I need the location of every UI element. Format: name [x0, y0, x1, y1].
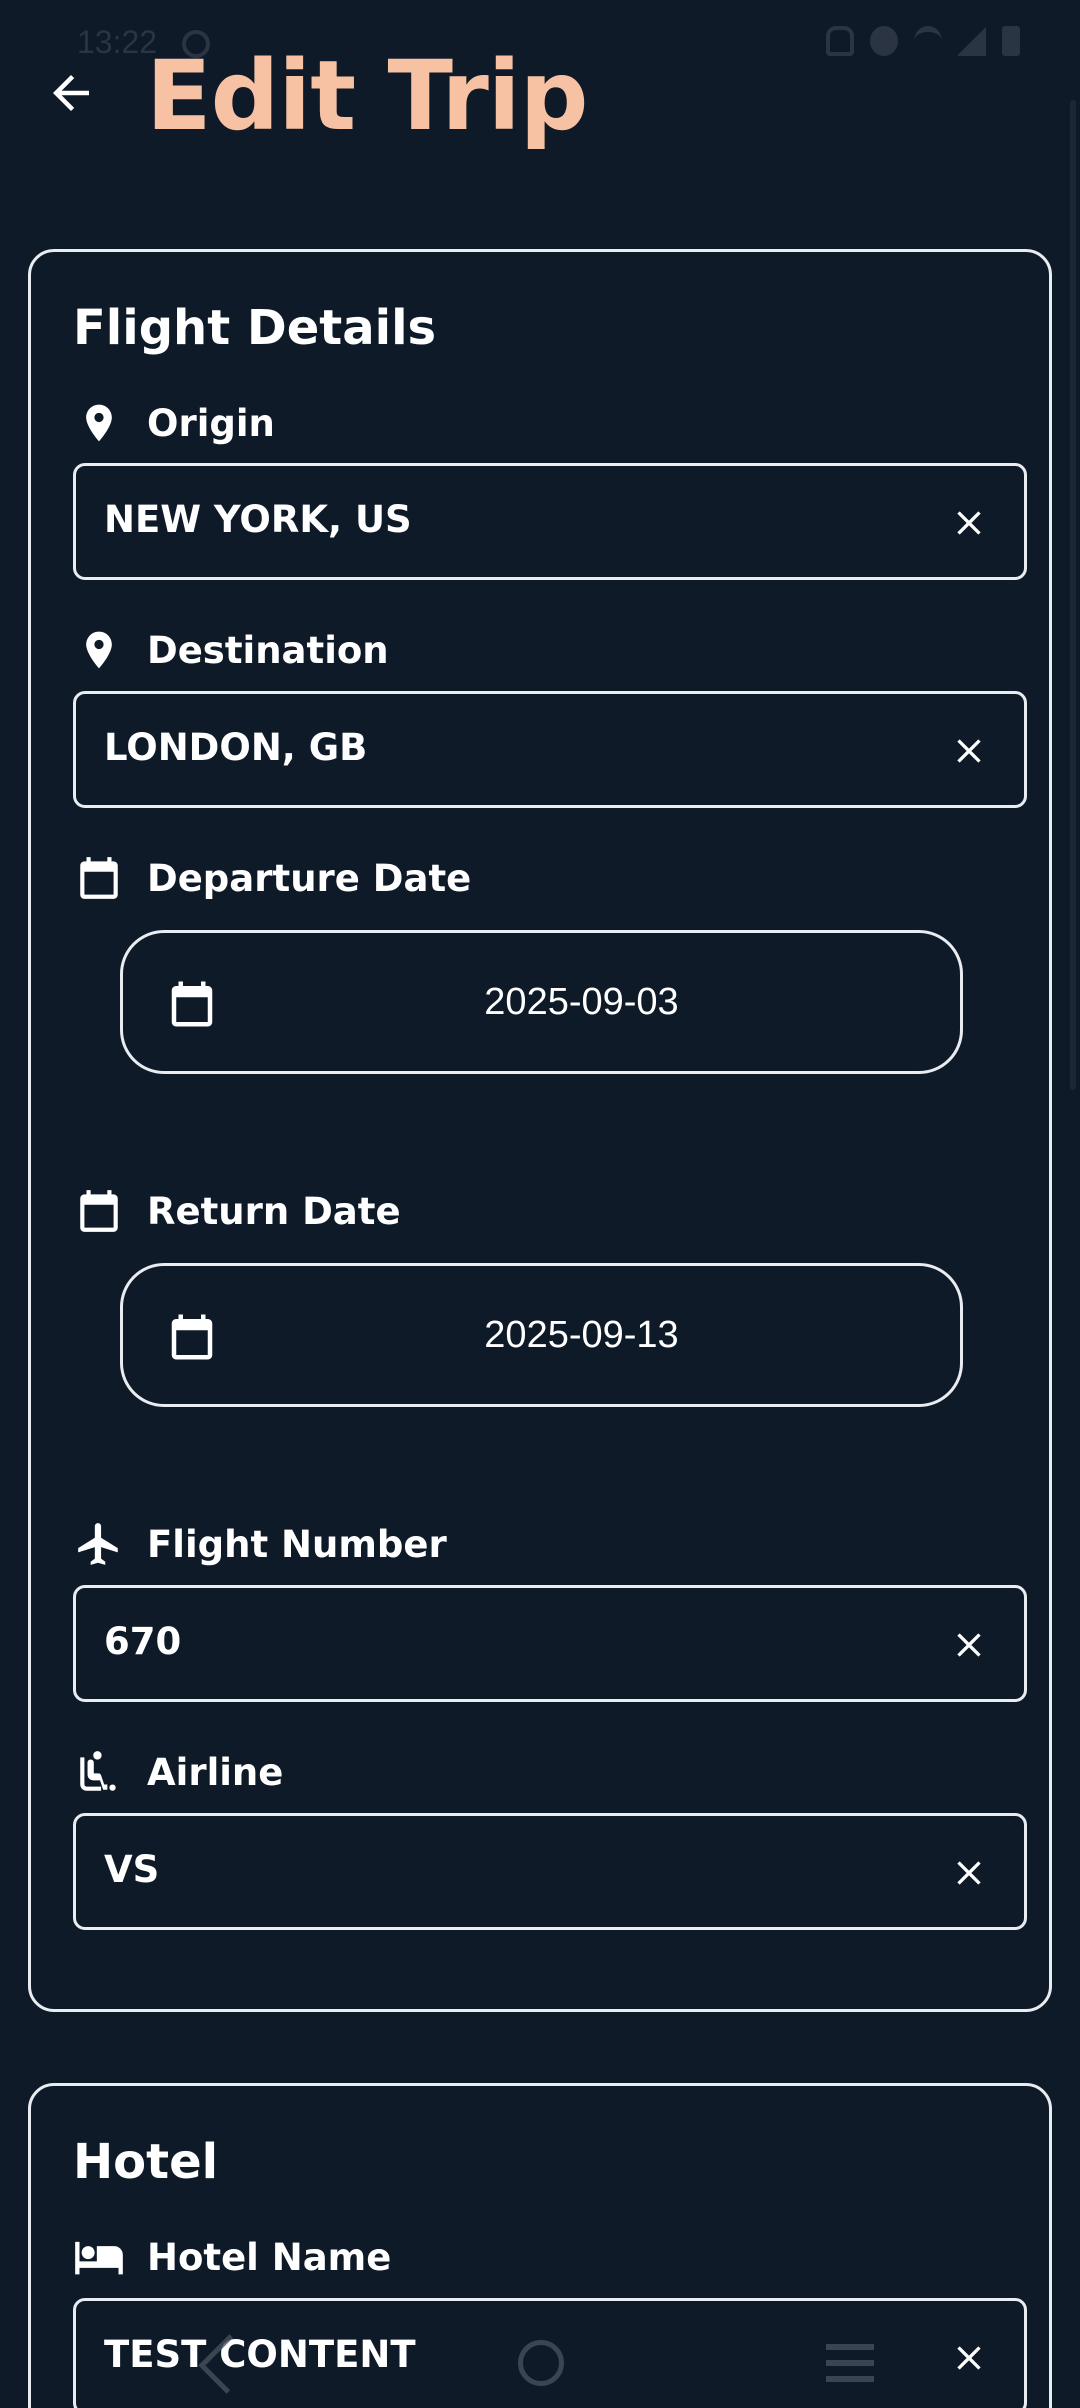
destination-label-row: Destination [73, 624, 389, 676]
flight-number-clear-button[interactable] [942, 1618, 996, 1672]
nav-home-icon[interactable] [518, 2340, 564, 2386]
hotel-name-clear-button[interactable] [942, 2331, 996, 2385]
hotel-name-label: Hotel Name [147, 2235, 392, 2279]
departure-date-value: 2025-09-03 [484, 981, 679, 1023]
airline-seat-icon [73, 1746, 125, 1798]
airplane-icon [73, 1518, 125, 1570]
airline-clear-button[interactable] [942, 1846, 996, 1900]
edit-trip-screen: 13:22 Edit Trip Flight Details Origin NE… [0, 0, 1080, 2408]
destination-value[interactable]: LONDON, GB [104, 726, 367, 769]
calendar-icon [73, 1185, 125, 1237]
scrollbar[interactable] [1070, 100, 1076, 1090]
page-title: Edit Trip [146, 40, 588, 152]
close-icon [957, 511, 981, 535]
arrow-left-icon [53, 75, 89, 111]
airline-label-row: Airline [73, 1746, 283, 1798]
return-date-button[interactable]: 2025-09-13 [120, 1263, 963, 1407]
origin-field[interactable]: NEW YORK, US [73, 463, 1027, 580]
flight-number-label-row: Flight Number [73, 1518, 447, 1570]
flight-details-card: Flight Details Origin NEW YORK, US Desti… [28, 249, 1052, 2012]
app-header: Edit Trip [0, 40, 1080, 160]
close-icon [957, 1633, 981, 1657]
departure-date-button[interactable]: 2025-09-03 [120, 930, 963, 1074]
calendar-icon [73, 852, 125, 904]
departure-label: Departure Date [147, 856, 472, 900]
airline-field[interactable]: VS [73, 1813, 1027, 1930]
origin-label: Origin [147, 401, 275, 445]
hotel-name-label-row: Hotel Name [73, 2231, 391, 2283]
back-button[interactable] [40, 62, 102, 124]
return-date-value: 2025-09-13 [484, 1314, 679, 1356]
flight-number-field[interactable]: 670 [73, 1585, 1027, 1702]
close-icon [957, 2346, 981, 2370]
origin-label-row: Origin [73, 397, 275, 449]
hotel-name-value[interactable]: TEST CONTENT [104, 2333, 416, 2376]
nav-recents-icon[interactable] [826, 2344, 874, 2382]
airline-label: Airline [147, 1750, 284, 1794]
flight-number-value[interactable]: 670 [104, 1620, 181, 1663]
location-pin-icon [73, 397, 125, 449]
destination-field[interactable]: LONDON, GB [73, 691, 1027, 808]
bed-icon [73, 2231, 125, 2283]
close-icon [957, 1861, 981, 1885]
location-pin-icon [73, 624, 125, 676]
destination-label: Destination [147, 628, 389, 672]
departure-label-row: Departure Date [73, 852, 471, 904]
flight-number-label: Flight Number [147, 1522, 447, 1566]
destination-clear-button[interactable] [942, 724, 996, 778]
close-icon [957, 739, 981, 763]
flight-details-title: Flight Details [73, 300, 437, 356]
return-label-row: Return Date [73, 1185, 401, 1237]
return-label: Return Date [147, 1189, 401, 1233]
origin-clear-button[interactable] [942, 496, 996, 550]
airline-value[interactable]: VS [104, 1848, 159, 1891]
hotel-title: Hotel [73, 2134, 219, 2190]
origin-value[interactable]: NEW YORK, US [104, 498, 412, 541]
